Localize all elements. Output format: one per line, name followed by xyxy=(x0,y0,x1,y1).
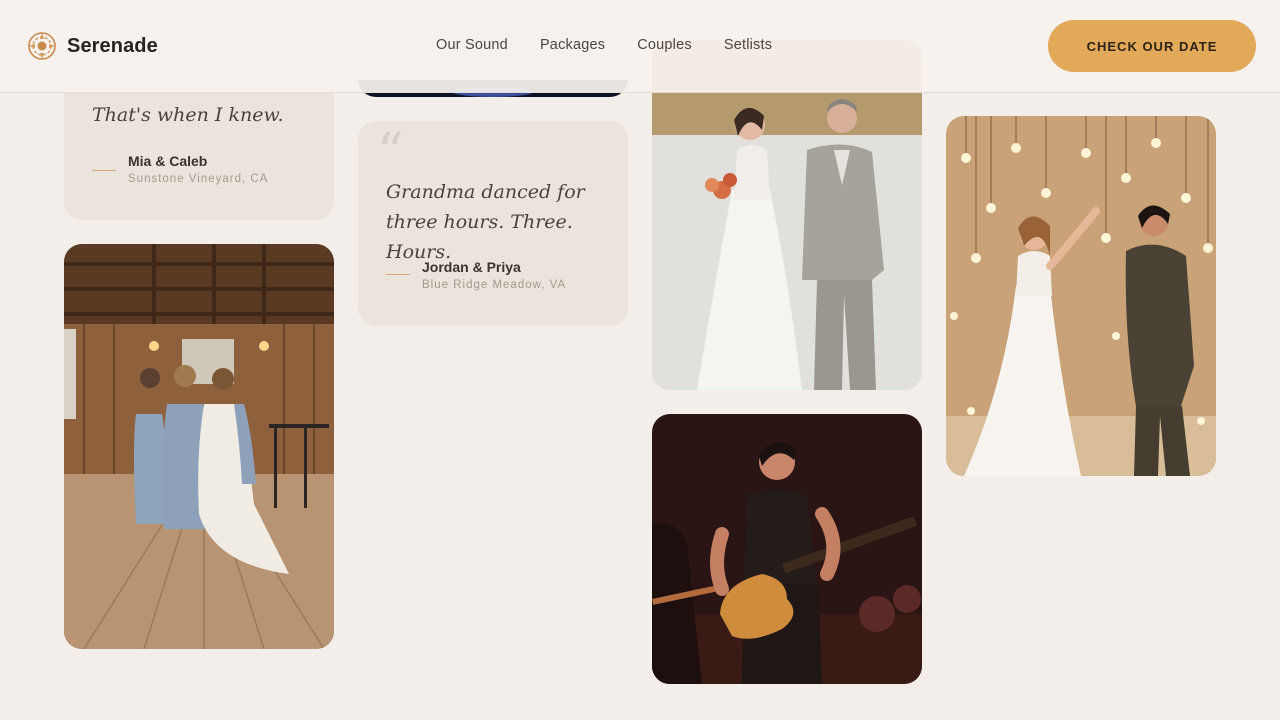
sunflower-logo-icon xyxy=(27,31,57,61)
testimonial-place: Blue Ridge Meadow, VA xyxy=(422,279,567,291)
attribution-divider xyxy=(92,170,116,171)
nav-setlists[interactable]: Setlists xyxy=(724,37,772,53)
brand-logo[interactable]: Serenade xyxy=(27,31,158,61)
testimonial-quote: That's when I knew. xyxy=(92,104,284,126)
nav-our-sound[interactable]: Our Sound xyxy=(436,37,508,53)
nav-packages[interactable]: Packages xyxy=(540,37,605,53)
bridesmaids-barn-photo[interactable] xyxy=(64,244,334,649)
nav-couples[interactable]: Couples xyxy=(637,37,692,53)
brand-name: Serenade xyxy=(67,34,158,57)
testimonial-name: Jordan & Priya xyxy=(422,259,521,275)
testimonial-place: Sunstone Vineyard, CA xyxy=(128,173,269,185)
guitarist-photo[interactable] xyxy=(652,414,922,684)
testimonial-card: “ Grandma danced for three hours. Three.… xyxy=(358,121,628,326)
check-date-button[interactable]: CHECK OUR DATE xyxy=(1048,20,1256,72)
testimonial-name: Mia & Caleb xyxy=(128,153,208,169)
first-dance-photo[interactable] xyxy=(946,116,1216,476)
quote-mark-icon: “ xyxy=(377,123,404,183)
attribution-divider xyxy=(386,274,410,275)
site-header: Serenade Our Sound Packages Couples Setl… xyxy=(0,0,1280,93)
main-nav: Our Sound Packages Couples Setlists xyxy=(436,37,804,53)
testimonial-quote: Grandma danced for three hours. Three. H… xyxy=(386,181,585,263)
